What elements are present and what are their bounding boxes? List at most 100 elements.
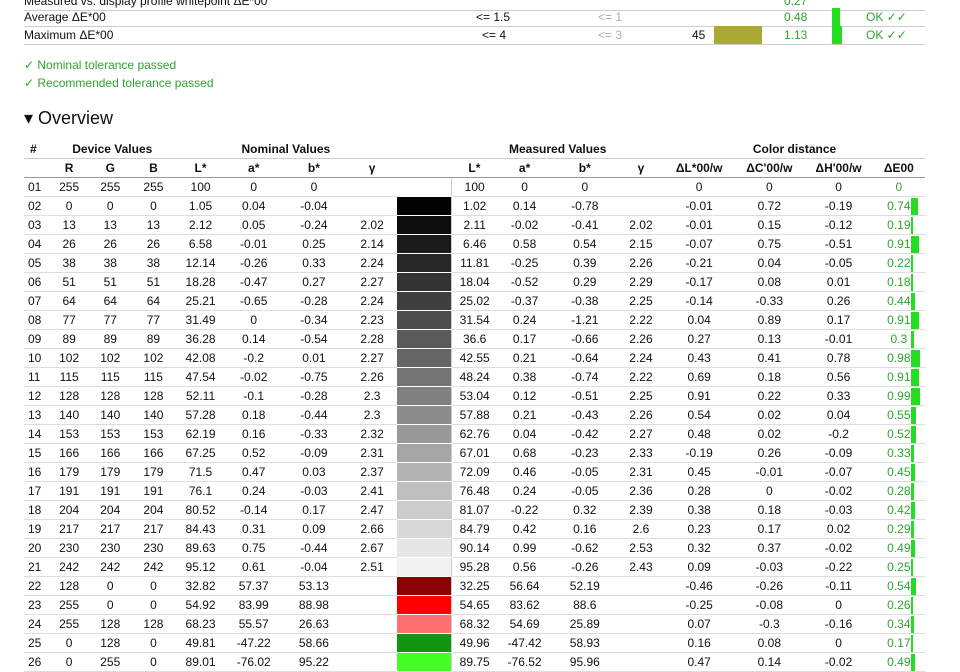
device-b: 0 (132, 633, 175, 653)
color-swatch (397, 557, 452, 577)
delta-c: 0.26 (734, 443, 805, 463)
nominal-gamma: 2.3 (347, 386, 398, 406)
nominal-b: -0.34 (280, 310, 348, 330)
col-header-nominal-l: L* (174, 158, 227, 178)
delta-e: 0.26 (872, 595, 925, 615)
device-g: 128 (88, 614, 133, 634)
measured-l: 49.96 (450, 633, 498, 653)
nominal-a: -0.65 (226, 291, 281, 311)
delta-e-value: 0.33 (887, 446, 911, 460)
delta-e-value: 0.55 (887, 408, 911, 422)
measured-l: 95.28 (450, 557, 498, 577)
device-g: 0 (88, 576, 133, 596)
measured-b: 0.39 (551, 253, 618, 273)
delta-h: -0.51 (804, 234, 873, 254)
nominal-b: -0.04 (280, 557, 348, 577)
delta-l: 0.43 (664, 348, 735, 368)
nominal-a: 83.99 (226, 595, 281, 615)
measured-l: 54.65 (450, 595, 498, 615)
measured-a: 0.24 (497, 481, 552, 501)
measured-a: -76.52 (497, 652, 552, 672)
color-swatch (397, 576, 452, 596)
table-row: 05 38 38 38 12.14 -0.26 0.33 2.24 11.81 -0.25 0.39… (24, 253, 925, 273)
measured-a: -0.52 (497, 272, 552, 292)
device-b: 0 (132, 595, 175, 615)
nominal-gamma: 2.47 (347, 500, 398, 520)
patch-id: 07 (24, 291, 51, 311)
measured-l: 6.46 (450, 234, 498, 254)
nominal-gamma: 2.27 (347, 272, 398, 292)
measured-l: 31.54 (450, 310, 498, 330)
color-swatch (397, 443, 452, 463)
summary-label: Measured vs. display profile whitepoint … (24, 0, 268, 8)
delta-h: -0.11 (804, 576, 873, 596)
patch-id: 22 (24, 576, 51, 596)
measured-a: 0.38 (497, 367, 552, 387)
device-g: 89 (88, 329, 133, 349)
nominal-b: -0.09 (280, 443, 348, 463)
nominal-gamma: 2.37 (347, 462, 398, 482)
device-g: 230 (88, 538, 133, 558)
device-r: 255 (50, 614, 89, 634)
measured-l: 25.02 (450, 291, 498, 311)
delta-e-value: 0.44 (887, 294, 911, 308)
device-b: 0 (132, 576, 175, 596)
delta-e: 0 (872, 177, 925, 197)
nominal-a: 0.18 (226, 405, 281, 425)
device-r: 153 (50, 424, 89, 444)
col-header-measured-a: a* (497, 158, 552, 178)
nominal-a: 0.14 (226, 329, 281, 349)
device-r: 140 (50, 405, 89, 425)
measured-b: -0.42 (551, 424, 618, 444)
nominal-l: 49.81 (174, 633, 227, 653)
delta-l: 0.16 (664, 633, 735, 653)
device-g: 128 (88, 633, 133, 653)
delta-c: -0.08 (734, 595, 805, 615)
measured-l: 1.02 (450, 196, 498, 216)
nominal-l: 1.05 (174, 196, 227, 216)
measured-a: -0.37 (497, 291, 552, 311)
device-r: 204 (50, 500, 89, 520)
overview-toggle[interactable]: ▾ Overview (24, 108, 113, 129)
delta-h: -0.02 (804, 652, 873, 672)
measured-gamma (617, 614, 665, 634)
nominal-gamma: 2.14 (347, 234, 398, 254)
measured-b: -0.62 (551, 538, 618, 558)
delta-e-value: 0.28 (887, 484, 911, 498)
measured-a: -0.25 (497, 253, 552, 273)
nominal-l: 54.92 (174, 595, 227, 615)
status-ok: OK ✓✓ (866, 28, 907, 42)
delta-e-bar (910, 464, 915, 481)
col-header-blank (24, 158, 51, 178)
measured-b: 0.32 (551, 500, 618, 520)
device-b: 140 (132, 405, 175, 425)
color-swatch (397, 652, 452, 672)
nominal-l: 42.08 (174, 348, 227, 368)
nominal-gamma: 2.24 (347, 253, 398, 273)
delta-e-bar (910, 217, 913, 234)
delta-e-bar (910, 483, 914, 500)
device-r: 77 (50, 310, 89, 330)
measured-l: 36.6 (450, 329, 498, 349)
device-r: 217 (50, 519, 89, 539)
nominal-a: 0.04 (226, 196, 281, 216)
measured-l: 57.88 (450, 405, 498, 425)
nominal-l: 52.11 (174, 386, 227, 406)
device-r: 115 (50, 367, 89, 387)
device-b: 0 (132, 196, 175, 216)
nominal-gamma: 2.3 (347, 405, 398, 425)
table-row: 22 128 0 0 32.82 57.37 53.13 32.25 56.64 52.19 -0.… (24, 576, 925, 596)
measured-gamma: 2.53 (617, 538, 665, 558)
measured-b: -0.64 (551, 348, 618, 368)
delta-l: -0.01 (664, 196, 735, 216)
col-header-measured-b: b* (551, 158, 618, 178)
group-header-swatch-spacer (397, 140, 452, 159)
delta-e-value: 0.74 (887, 199, 911, 213)
nominal-b: 0.01 (280, 348, 348, 368)
delta-h: 0 (804, 177, 873, 197)
device-g: 115 (88, 367, 133, 387)
measured-b: 0.54 (551, 234, 618, 254)
col-header-measured-gamma: γ (617, 158, 665, 178)
device-b: 0 (132, 652, 175, 672)
delta-l: 0.91 (664, 386, 735, 406)
